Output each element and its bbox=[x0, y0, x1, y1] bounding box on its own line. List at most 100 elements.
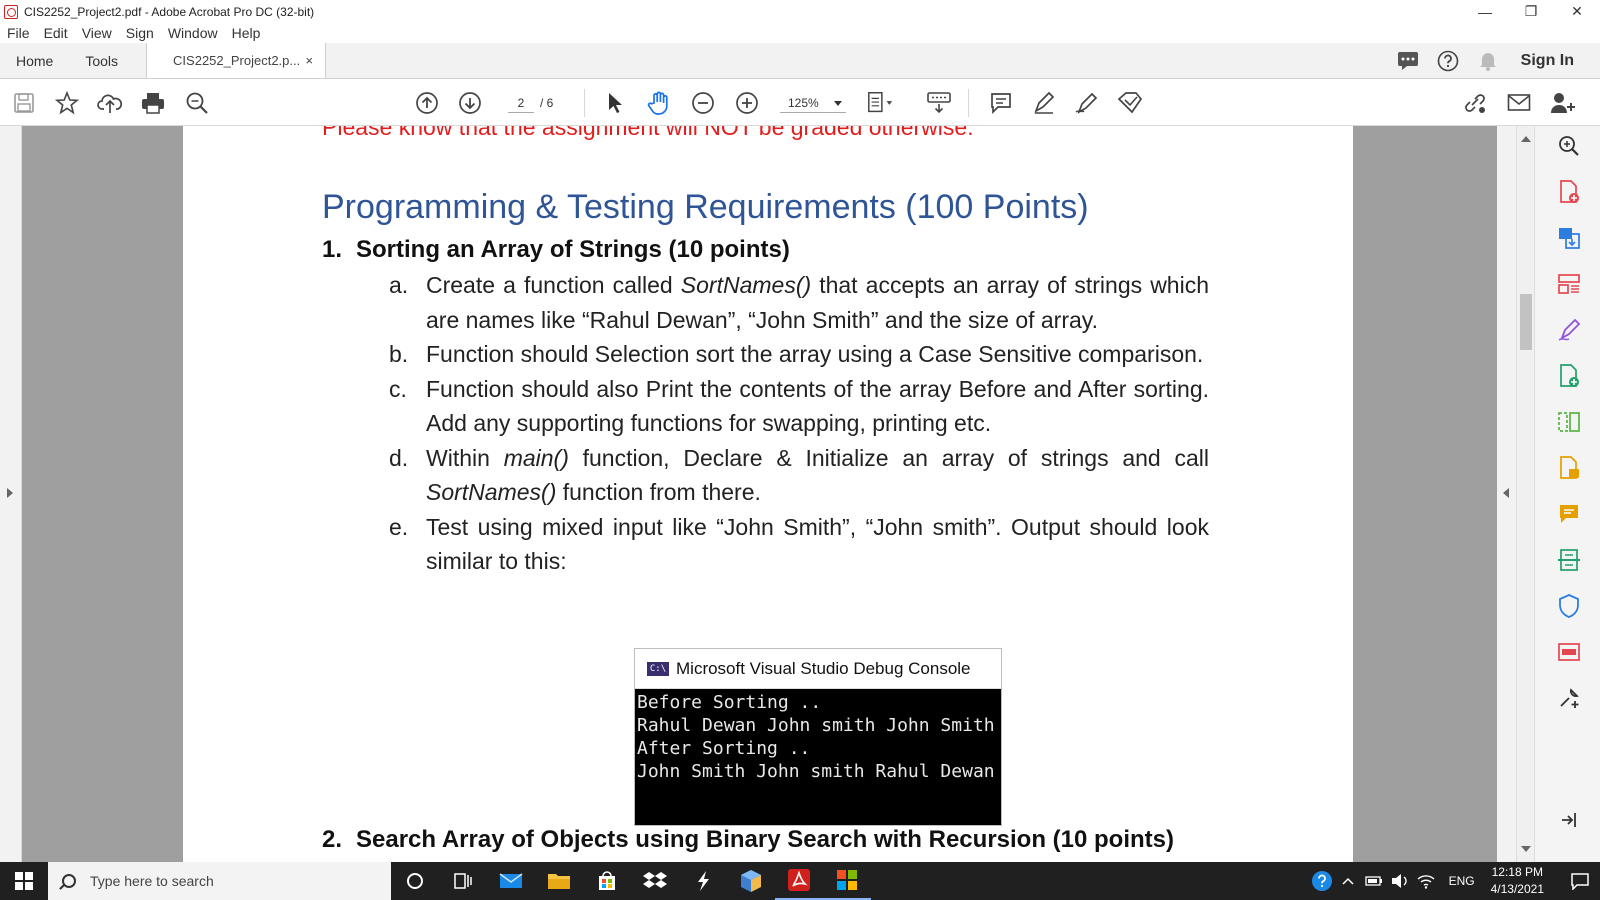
add-comment-icon[interactable] bbox=[987, 89, 1015, 117]
console-output: Before Sorting .. Rahul Dewan John smith… bbox=[635, 689, 1001, 783]
action-center-icon[interactable] bbox=[1560, 862, 1600, 900]
fill-and-sign-icon[interactable] bbox=[1557, 318, 1581, 342]
edit-pdf-tool-icon[interactable] bbox=[1557, 364, 1581, 388]
virtualbox-icon[interactable] bbox=[727, 862, 775, 900]
acrobat-window: CIS2252_Project2.pdf - Adobe Acrobat Pro… bbox=[0, 0, 1600, 900]
show-hidden-icons-chevron-icon[interactable] bbox=[1335, 862, 1361, 900]
print-icon[interactable] bbox=[139, 89, 167, 117]
taskbar-clock[interactable]: 12:18 PM 4/13/2021 bbox=[1491, 864, 1544, 898]
fit-page-icon[interactable] bbox=[866, 89, 894, 117]
zoom-in-icon[interactable] bbox=[733, 89, 761, 117]
console-line: After Sorting .. bbox=[637, 738, 811, 759]
acrobat-taskbar-icon[interactable] bbox=[775, 862, 823, 900]
tab-home[interactable]: Home bbox=[0, 43, 69, 78]
sign-in-button[interactable]: Sign In bbox=[1521, 52, 1574, 70]
expand-left-pane-icon[interactable] bbox=[7, 488, 13, 498]
file-explorer-icon[interactable] bbox=[535, 862, 583, 900]
list-item-text: Function should also Print the contents … bbox=[426, 375, 1209, 437]
compare-files-icon[interactable] bbox=[1557, 410, 1581, 434]
share-link-icon[interactable] bbox=[1461, 89, 1489, 117]
zoom-level-dropdown[interactable]: 125% bbox=[780, 93, 846, 113]
export-pdf-icon[interactable] bbox=[1557, 226, 1581, 250]
minimize-button[interactable]: — bbox=[1462, 0, 1508, 23]
function-name: SortNames() bbox=[426, 479, 557, 505]
zoom-out-icon[interactable] bbox=[689, 89, 717, 117]
console-line: John Smith John smith Rahul Dewan bbox=[637, 761, 995, 782]
previous-page-icon[interactable] bbox=[413, 89, 441, 117]
tab-tools[interactable]: Tools bbox=[69, 43, 134, 78]
help-tray-icon[interactable] bbox=[1309, 862, 1335, 900]
next-page-icon[interactable] bbox=[456, 89, 484, 117]
tab-close-icon[interactable]: × bbox=[305, 53, 313, 68]
highlight-pen-icon[interactable] bbox=[1030, 89, 1058, 117]
edit-pdf-icon[interactable] bbox=[1116, 89, 1144, 117]
add-user-icon[interactable] bbox=[1549, 89, 1577, 117]
start-button[interactable] bbox=[0, 862, 48, 900]
fill-sign-icon[interactable] bbox=[1073, 89, 1101, 117]
upload-cloud-icon[interactable] bbox=[96, 89, 124, 117]
list-item: c. Function should also Print the conten… bbox=[389, 372, 1209, 441]
document-viewport[interactable]: Please know that the assignment will NOT… bbox=[0, 126, 1516, 862]
save-icon[interactable] bbox=[10, 89, 38, 117]
battery-icon[interactable] bbox=[1361, 862, 1387, 900]
protect-shield-icon[interactable] bbox=[1557, 594, 1581, 618]
tab-document[interactable]: CIS2252_Project2.p... × bbox=[146, 43, 327, 78]
pdf-page: Please know that the assignment will NOT… bbox=[183, 126, 1353, 862]
windows-logo-icon bbox=[15, 872, 33, 890]
menu-view[interactable]: View bbox=[82, 25, 112, 41]
list-item-label: c. bbox=[389, 375, 407, 402]
wifi-icon[interactable] bbox=[1413, 862, 1439, 900]
find-zoom-icon[interactable] bbox=[183, 89, 211, 117]
vertical-scrollbar[interactable] bbox=[1516, 126, 1534, 862]
right-pane-toggle[interactable] bbox=[1497, 126, 1516, 862]
keyboard-tools-icon[interactable] bbox=[925, 89, 953, 117]
console-title-bar: C:\ Microsoft Visual Studio Debug Consol… bbox=[635, 649, 1001, 689]
task-view-icon[interactable] bbox=[439, 862, 487, 900]
left-navigation-pane-toggle[interactable] bbox=[0, 126, 22, 862]
hand-tool-icon[interactable] bbox=[645, 89, 673, 117]
menu-help[interactable]: Help bbox=[232, 25, 261, 41]
scrollbar-thumb[interactable] bbox=[1520, 294, 1532, 350]
section-1-title-text: Sorting an Array of Strings (10 points) bbox=[356, 236, 790, 263]
menu-bar: File Edit View Sign Window Help bbox=[0, 23, 1600, 43]
email-icon[interactable] bbox=[1505, 89, 1533, 117]
section-2-number: 2. bbox=[322, 826, 343, 853]
scroll-up-icon[interactable] bbox=[1521, 136, 1531, 142]
mail-app-icon[interactable] bbox=[487, 862, 535, 900]
scan-ocr-icon[interactable] bbox=[1557, 548, 1581, 572]
create-pdf-icon[interactable] bbox=[1557, 180, 1581, 204]
notification-bell-icon[interactable] bbox=[1477, 50, 1499, 72]
function-name: SortNames() bbox=[680, 272, 812, 298]
dropbox-icon[interactable] bbox=[631, 862, 679, 900]
organize-pages-icon[interactable] bbox=[1557, 272, 1581, 296]
comment-chat-icon[interactable] bbox=[1397, 50, 1419, 72]
page-number-input[interactable]: 2 bbox=[508, 93, 534, 113]
list-item-label: b. bbox=[389, 341, 409, 367]
visual-studio-taskbar-icon[interactable] bbox=[823, 862, 871, 900]
send-for-review-icon[interactable] bbox=[1557, 456, 1581, 480]
scroll-down-icon[interactable] bbox=[1521, 846, 1531, 852]
menu-sign[interactable]: Sign bbox=[126, 25, 154, 41]
help-icon[interactable] bbox=[1437, 50, 1459, 72]
more-tools-icon[interactable] bbox=[1557, 686, 1581, 710]
comment-tool-icon[interactable] bbox=[1557, 502, 1581, 526]
bookmark-star-icon[interactable] bbox=[53, 89, 81, 117]
cortana-icon[interactable] bbox=[391, 862, 439, 900]
select-cursor-icon[interactable] bbox=[601, 89, 629, 117]
collapse-tools-pane-icon[interactable] bbox=[1557, 808, 1581, 832]
input-language[interactable]: ENG bbox=[1449, 874, 1475, 888]
visual-studio-code-icon[interactable] bbox=[679, 862, 727, 900]
close-button[interactable]: ✕ bbox=[1554, 0, 1600, 23]
list-item: b. Function should Selection sort the ar… bbox=[389, 337, 1209, 372]
restore-button[interactable]: ❐ bbox=[1508, 0, 1554, 23]
menu-file[interactable]: File bbox=[7, 25, 30, 41]
toolbar-divider bbox=[584, 89, 585, 117]
volume-icon[interactable] bbox=[1387, 862, 1413, 900]
store-app-icon[interactable] bbox=[583, 862, 631, 900]
search-zoom-icon[interactable] bbox=[1557, 134, 1581, 158]
menu-edit[interactable]: Edit bbox=[44, 25, 68, 41]
menu-window[interactable]: Window bbox=[168, 25, 218, 41]
collapse-right-pane-icon[interactable] bbox=[1503, 488, 1509, 498]
redact-icon[interactable] bbox=[1557, 640, 1581, 664]
taskbar-search-box[interactable]: Type here to search bbox=[48, 862, 391, 900]
